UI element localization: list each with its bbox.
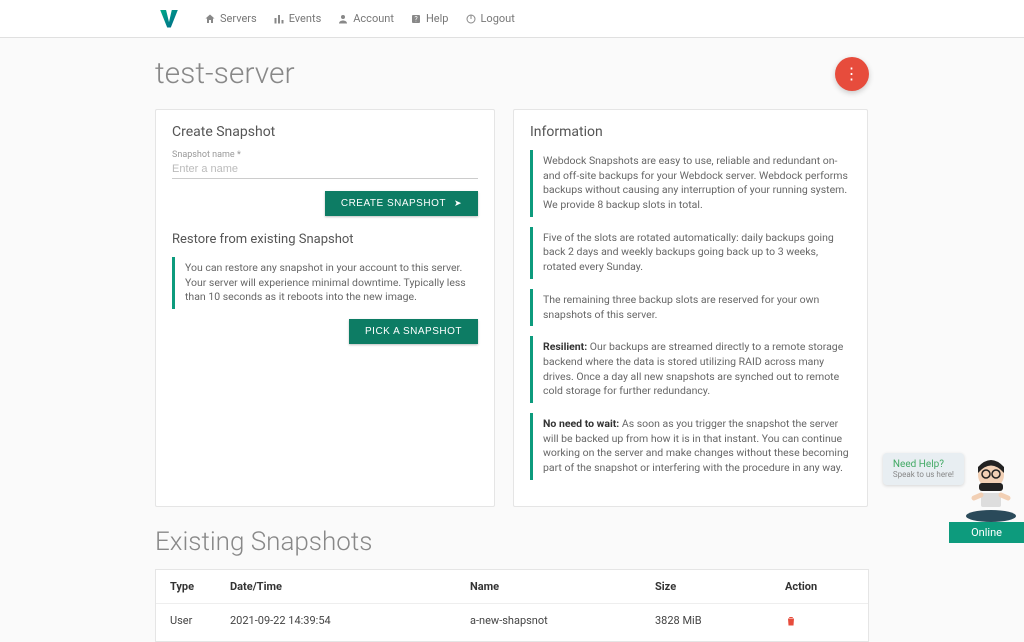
snapshot-name-input[interactable]	[172, 160, 478, 179]
nav-help[interactable]: ? Help	[410, 12, 449, 25]
support-avatar-icon[interactable]	[964, 453, 1019, 523]
chevron-right-icon: ➤	[454, 198, 462, 209]
th-action: Action	[785, 580, 845, 593]
row-size: 3828 MiB	[655, 614, 785, 631]
th-type: Type	[170, 580, 230, 593]
row-name: a-new-shapsnot	[470, 614, 655, 631]
info-p4: Resilient: Our backups are streamed dire…	[530, 336, 851, 403]
nav-logout[interactable]: Logout	[465, 12, 515, 25]
nav-servers[interactable]: Servers	[204, 12, 257, 25]
row-date: 2021-09-22 14:39:54	[230, 614, 470, 631]
power-icon	[465, 13, 477, 25]
nav-account[interactable]: Account	[337, 12, 394, 25]
nav-logout-label: Logout	[481, 12, 515, 25]
chart-icon	[273, 13, 285, 25]
user-icon	[337, 13, 349, 25]
table-row: User 2021-09-22 14:39:54 a-new-shapsnot …	[156, 604, 868, 641]
help-icon: ?	[410, 13, 422, 25]
nav-servers-label: Servers	[220, 12, 257, 25]
row-type: User	[170, 614, 230, 631]
pick-snapshot-button[interactable]: PICK A SNAPSHOT	[349, 319, 478, 344]
create-snapshot-label: CREATE SNAPSHOT	[341, 198, 446, 209]
snapshots-table: Type Date/Time Name Size Action User 202…	[155, 569, 869, 642]
nav-help-label: Help	[426, 12, 449, 25]
restore-desc: You can restore any snapshot in your acc…	[172, 257, 478, 309]
online-status[interactable]: Online	[949, 522, 1024, 543]
pick-snapshot-label: PICK A SNAPSHOT	[365, 326, 462, 337]
help-bubble[interactable]: Need Help? Speak to us here!	[883, 453, 964, 485]
delete-icon[interactable]	[785, 618, 797, 631]
existing-heading: Existing Snapshots	[155, 527, 869, 557]
info-p5-strong: No need to wait:	[543, 417, 619, 430]
nav-events-label: Events	[289, 12, 322, 25]
th-size: Size	[655, 580, 785, 593]
info-p2: Five of the slots are rotated automatica…	[530, 227, 851, 279]
info-p4-strong: Resilient:	[543, 340, 587, 353]
snapshot-name-label: Snapshot name *	[172, 150, 478, 160]
info-p3: The remaining three backup slots are res…	[530, 289, 851, 326]
home-icon	[204, 13, 216, 25]
create-snapshot-button[interactable]: CREATE SNAPSHOT ➤	[325, 191, 478, 216]
info-p4-text: Our backups are streamed directly to a r…	[543, 340, 843, 397]
actions-fab[interactable]: ⋮	[835, 57, 869, 91]
th-date: Date/Time	[230, 580, 470, 593]
info-heading: Information	[530, 124, 851, 140]
create-heading: Create Snapshot	[172, 124, 478, 140]
help-bubble-sub: Speak to us here!	[893, 470, 954, 479]
nav-account-label: Account	[353, 12, 394, 25]
page-title: test-server	[155, 56, 295, 91]
th-name: Name	[470, 580, 655, 593]
more-vert-icon: ⋮	[844, 64, 861, 83]
nav-events[interactable]: Events	[273, 12, 322, 25]
help-bubble-title: Need Help?	[893, 459, 954, 470]
logo	[160, 10, 178, 28]
info-p5: No need to wait: As soon as you trigger …	[530, 413, 851, 480]
restore-heading: Restore from existing Snapshot	[172, 232, 478, 247]
info-p1: Webdock Snapshots are easy to use, relia…	[530, 150, 851, 217]
